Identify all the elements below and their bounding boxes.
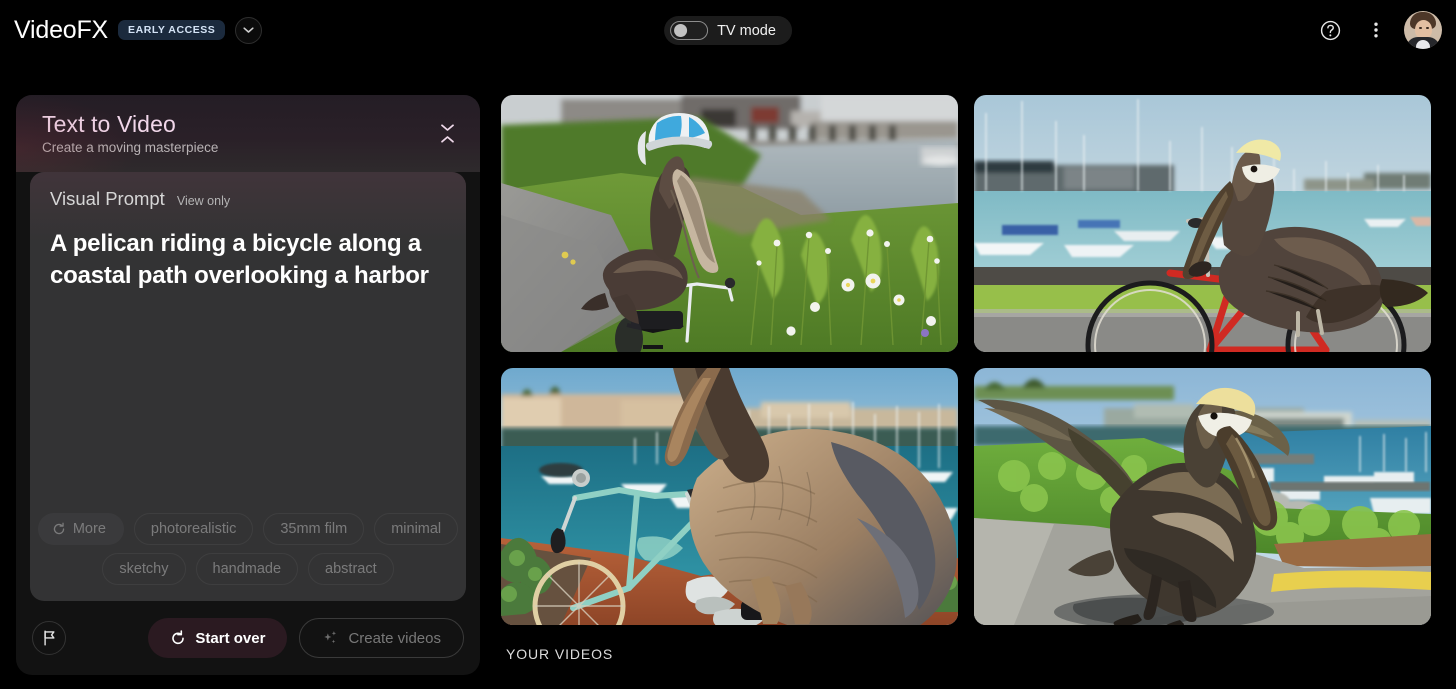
refresh-icon — [53, 522, 65, 535]
visual-prompt-status: View only — [176, 194, 231, 208]
style-chips: More photorealistic 35mm film minimal sk… — [30, 513, 466, 601]
tv-mode-label: TV mode — [717, 22, 776, 39]
visual-prompt-card: Visual Prompt View only A pelican riding… — [30, 172, 466, 601]
video-thumbnail-1-image — [501, 95, 958, 352]
tv-mode-toggle[interactable]: TV mode — [664, 16, 792, 45]
panel-footer: Start over Create videos — [16, 601, 480, 675]
video-thumbnail-3-image — [501, 368, 958, 625]
report-button[interactable] — [32, 621, 66, 655]
restart-icon — [172, 630, 185, 645]
avatar[interactable] — [1404, 11, 1442, 49]
video-thumbnail-2-image — [974, 95, 1431, 352]
style-chip-abstract[interactable]: abstract — [308, 553, 394, 585]
overflow-menu-button[interactable] — [1358, 12, 1394, 48]
more-styles-button[interactable]: More — [37, 513, 124, 545]
brand-dropdown-button[interactable] — [235, 16, 263, 44]
visual-prompt-header: Visual Prompt View only — [30, 172, 466, 210]
your-videos-label: YOUR VIDEOS — [506, 646, 614, 662]
style-chip-row-2: sketchy handmade abstract — [46, 553, 450, 585]
video-thumbnail-4-image — [974, 368, 1431, 625]
tv-mode-switch[interactable] — [670, 21, 709, 40]
videofx-app: VideoFX EARLY ACCESS TV mode Text to Vid… — [0, 0, 1456, 689]
video-thumbnail-2[interactable] — [974, 95, 1431, 352]
flag-icon — [43, 630, 55, 646]
brand-logo: VideoFX — [14, 15, 109, 44]
style-chip-minimal[interactable]: minimal — [374, 513, 459, 545]
style-chip-35mm-film[interactable]: 35mm film — [263, 513, 365, 545]
help-button[interactable] — [1312, 12, 1348, 48]
help-circle-icon — [1320, 20, 1340, 40]
create-videos-label: Create videos — [348, 629, 441, 647]
text-to-video-panel: Text to Video Create a moving masterpiec… — [16, 95, 480, 675]
tv-mode-switch-knob — [673, 24, 687, 38]
style-chip-handmade[interactable]: handmade — [195, 553, 299, 585]
brand-group: VideoFX EARLY ACCESS — [14, 0, 263, 60]
chevron-down-icon — [440, 123, 454, 131]
panel-header: Text to Video Create a moving masterpiec… — [16, 95, 480, 172]
start-over-label: Start over — [195, 629, 266, 647]
video-thumbnail-4[interactable] — [974, 368, 1431, 625]
create-videos-button[interactable]: Create videos — [299, 618, 464, 658]
more-vertical-icon — [1374, 22, 1378, 38]
chevron-up-icon — [440, 135, 454, 143]
visual-prompt-text: A pelican riding a bicycle along a coast… — [50, 230, 429, 289]
visual-prompt-label: Visual Prompt — [50, 188, 165, 209]
avatar-collar — [1416, 40, 1430, 49]
footer-actions: Start over Create videos — [148, 618, 464, 658]
panel-subtitle: Create a moving masterpiece — [42, 140, 219, 156]
video-thumbnail-3[interactable] — [501, 368, 958, 625]
style-chip-photorealistic[interactable]: photorealistic — [133, 513, 254, 545]
top-bar-actions — [1312, 0, 1442, 60]
start-over-button[interactable]: Start over — [148, 618, 288, 658]
sparkle-icon — [324, 630, 337, 643]
panel-expand-collapse-button[interactable] — [436, 115, 458, 151]
video-thumbnail-1[interactable] — [501, 95, 958, 352]
chevron-down-icon — [243, 27, 254, 33]
style-chip-row-1: More photorealistic 35mm film minimal — [37, 513, 459, 545]
style-chip-sketchy[interactable]: sketchy — [102, 553, 186, 585]
panel-title: Text to Video — [42, 111, 176, 137]
early-access-badge: EARLY ACCESS — [118, 19, 226, 41]
more-styles-label: More — [72, 521, 106, 537]
videos-area: YOUR VIDEOS — [501, 95, 1431, 689]
video-grid — [501, 95, 1431, 625]
top-bar: VideoFX EARLY ACCESS TV mode — [0, 0, 1456, 60]
